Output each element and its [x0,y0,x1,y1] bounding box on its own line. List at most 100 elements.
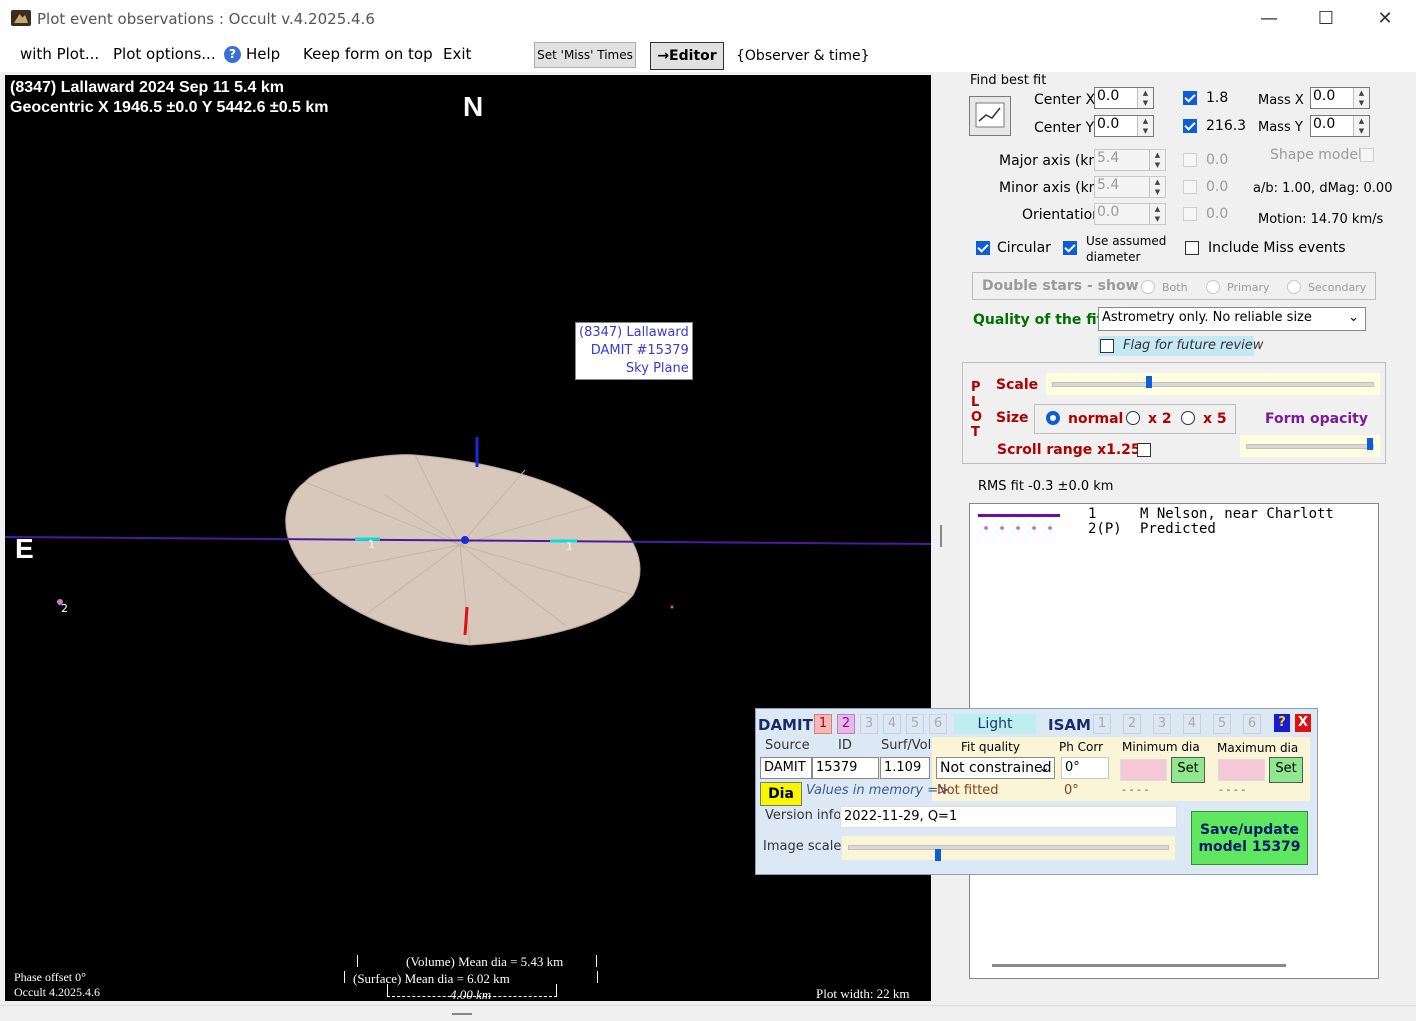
observer-time-label[interactable]: {Observer & time} [736,48,870,64]
scroll-range-checkbox[interactable] [1137,443,1151,457]
damit-model-6[interactable]: 6 [929,714,947,734]
maximize-button[interactable]: ☐ [1311,8,1341,29]
menu-plot-options[interactable]: Plot options... [113,45,216,63]
center-y-spinner[interactable]: 0.0 ▲ ▼ [1094,115,1154,137]
splitter-grip[interactable] [940,525,942,547]
isam-model-5[interactable]: 5 [1213,714,1231,734]
primary-radio[interactable] [1206,280,1220,294]
isam-model-1[interactable]: 1 [1093,714,1111,734]
close-icon[interactable]: X [1295,714,1311,732]
minor-axis-checkbox[interactable] [1183,180,1197,194]
isam-model-4[interactable]: 4 [1183,714,1201,734]
legend-name-2: Predicted [1140,521,1216,537]
opacity-slider[interactable] [1240,435,1380,457]
scale-label: Scale [996,377,1039,393]
dia-button[interactable]: Dia [760,782,802,806]
ph-mem-label: 0° [1064,783,1079,798]
find-best-fit-label: Find best fit [970,73,1047,88]
minimize-button[interactable]: — [1254,8,1284,29]
size-x2-radio[interactable] [1126,411,1140,425]
mass-y-spinner[interactable]: 0.0 ▲ ▼ [1310,115,1370,137]
both-radio[interactable] [1141,280,1155,294]
max-dia-field[interactable] [1218,759,1265,781]
secondary-radio[interactable] [1287,280,1301,294]
find-best-fit-button[interactable] [969,96,1011,136]
isam-model-2[interactable]: 2 [1123,714,1141,734]
damit-model-1[interactable]: 1 [814,714,832,734]
plot-letter-o: O [971,410,983,425]
menu-exit[interactable]: Exit [443,45,471,63]
legend-line-dots [978,524,1060,532]
include-miss-checkbox[interactable] [1185,241,1199,255]
image-scale-slider[interactable] [842,836,1175,861]
flag-review-checkbox[interactable] [1100,339,1114,353]
asteroid-label-box: (8347) Lallaward DAMIT #15379 Sky Plane [575,322,693,380]
help-icon[interactable]: ? [1274,714,1290,732]
flag-review-label: Flag for future review [1123,338,1264,353]
help-icon[interactable]: ? [224,46,241,63]
ab-dmag-label: a/b: 1.00, dMag: 0.00 [1253,181,1393,196]
save-update-model-button[interactable]: Save/update model 15379 [1191,811,1308,865]
damit-model-2[interactable]: 2 [837,714,855,734]
circular-label: Circular [997,240,1051,256]
close-button[interactable]: ✕ [1370,8,1400,29]
orientation-label: Orientation [1022,207,1102,223]
source-header: Source [765,738,810,753]
center-marker [461,536,469,544]
major-axis-spinner[interactable]: 5.4 ▲ ▼ [1094,149,1166,171]
center-x-spinner[interactable]: 0.0 ▲ ▼ [1094,87,1154,109]
fit-quality-select[interactable]: Not constrained ⌄ [936,757,1055,779]
use-assumed-checkbox[interactable] [1063,241,1077,255]
cb-216-3-checkbox[interactable] [1183,119,1197,133]
orientation-spinner[interactable]: 0.0 ▲ ▼ [1094,203,1166,225]
size-x5-radio[interactable] [1181,411,1195,425]
chord-label-1: 1 [368,538,375,551]
min-dia-field[interactable] [1120,759,1167,781]
isam-model-3[interactable]: 3 [1153,714,1171,734]
surface-dia-bar [344,971,598,983]
version-info-label: Version info [765,808,842,823]
opacity-slider-thumb[interactable] [1367,438,1374,450]
scale-slider[interactable] [1046,373,1380,395]
set-miss-times-button[interactable]: Set 'Miss' Times [534,42,636,68]
quality-select[interactable]: Astrometry only. No reliable size ⌄ [1098,307,1366,331]
ph-corr-header: Ph Corr [1059,740,1104,754]
damit-model-4[interactable]: 4 [883,714,901,734]
light-curves-button[interactable]: Light curves [954,714,1036,752]
chevron-down-icon: ⌄ [1038,760,1050,776]
bottom-grip[interactable] [452,1013,472,1015]
cb-1-8-checkbox[interactable] [1183,91,1197,105]
save-line-1: Save/update [1200,822,1299,838]
mass-y-label: Mass Y [1258,120,1303,135]
scale-slider-thumb[interactable] [1145,376,1152,388]
editor-button[interactable]: →Editor [650,42,724,70]
minor-axis-spinner[interactable]: 5.4 ▲ ▼ [1094,176,1166,198]
min-dia-set-button[interactable]: Set [1171,757,1205,783]
version-info-field[interactable]: 2022-11-29, Q=1 [840,806,1177,828]
mass-x-spinner[interactable]: 0.0 ▲ ▼ [1310,87,1370,109]
surf-vol-field[interactable]: 1.109 [880,757,930,779]
scroll-range-label: Scroll range x1.25 [997,442,1141,458]
menu-help[interactable]: Help [246,45,280,63]
scale-bar-label: 4.00 km [450,987,492,1001]
menu-with-plot[interactable]: with Plot... [20,45,99,63]
shape-model-checkbox[interactable] [1360,148,1374,162]
major-axis-checkbox[interactable] [1183,153,1197,167]
damit-model-3[interactable]: 3 [860,714,878,734]
event-2-label: 2 [61,602,68,615]
legend-name-1: M Nelson, near Charlott [1140,506,1334,522]
min-dia-header: Minimum dia [1122,740,1200,754]
size-normal-radio[interactable] [1046,411,1060,425]
ph-corr-field[interactable]: 0° [1061,757,1109,779]
orientation-checkbox[interactable] [1183,207,1197,221]
horizontal-scrollbar[interactable] [992,964,1286,967]
circular-checkbox[interactable] [976,241,990,255]
isam-model-6[interactable]: 6 [1243,714,1261,734]
label-damit-id: DAMIT #15379 [590,343,689,358]
image-scale-slider-thumb[interactable] [934,849,941,861]
damit-model-5[interactable]: 5 [906,714,924,734]
max-dia-set-button[interactable]: Set [1269,757,1303,783]
menu-keep-on-top[interactable]: Keep form on top [303,45,433,63]
id-field[interactable]: 15379 [812,757,879,779]
source-field[interactable]: DAMIT [760,757,812,779]
